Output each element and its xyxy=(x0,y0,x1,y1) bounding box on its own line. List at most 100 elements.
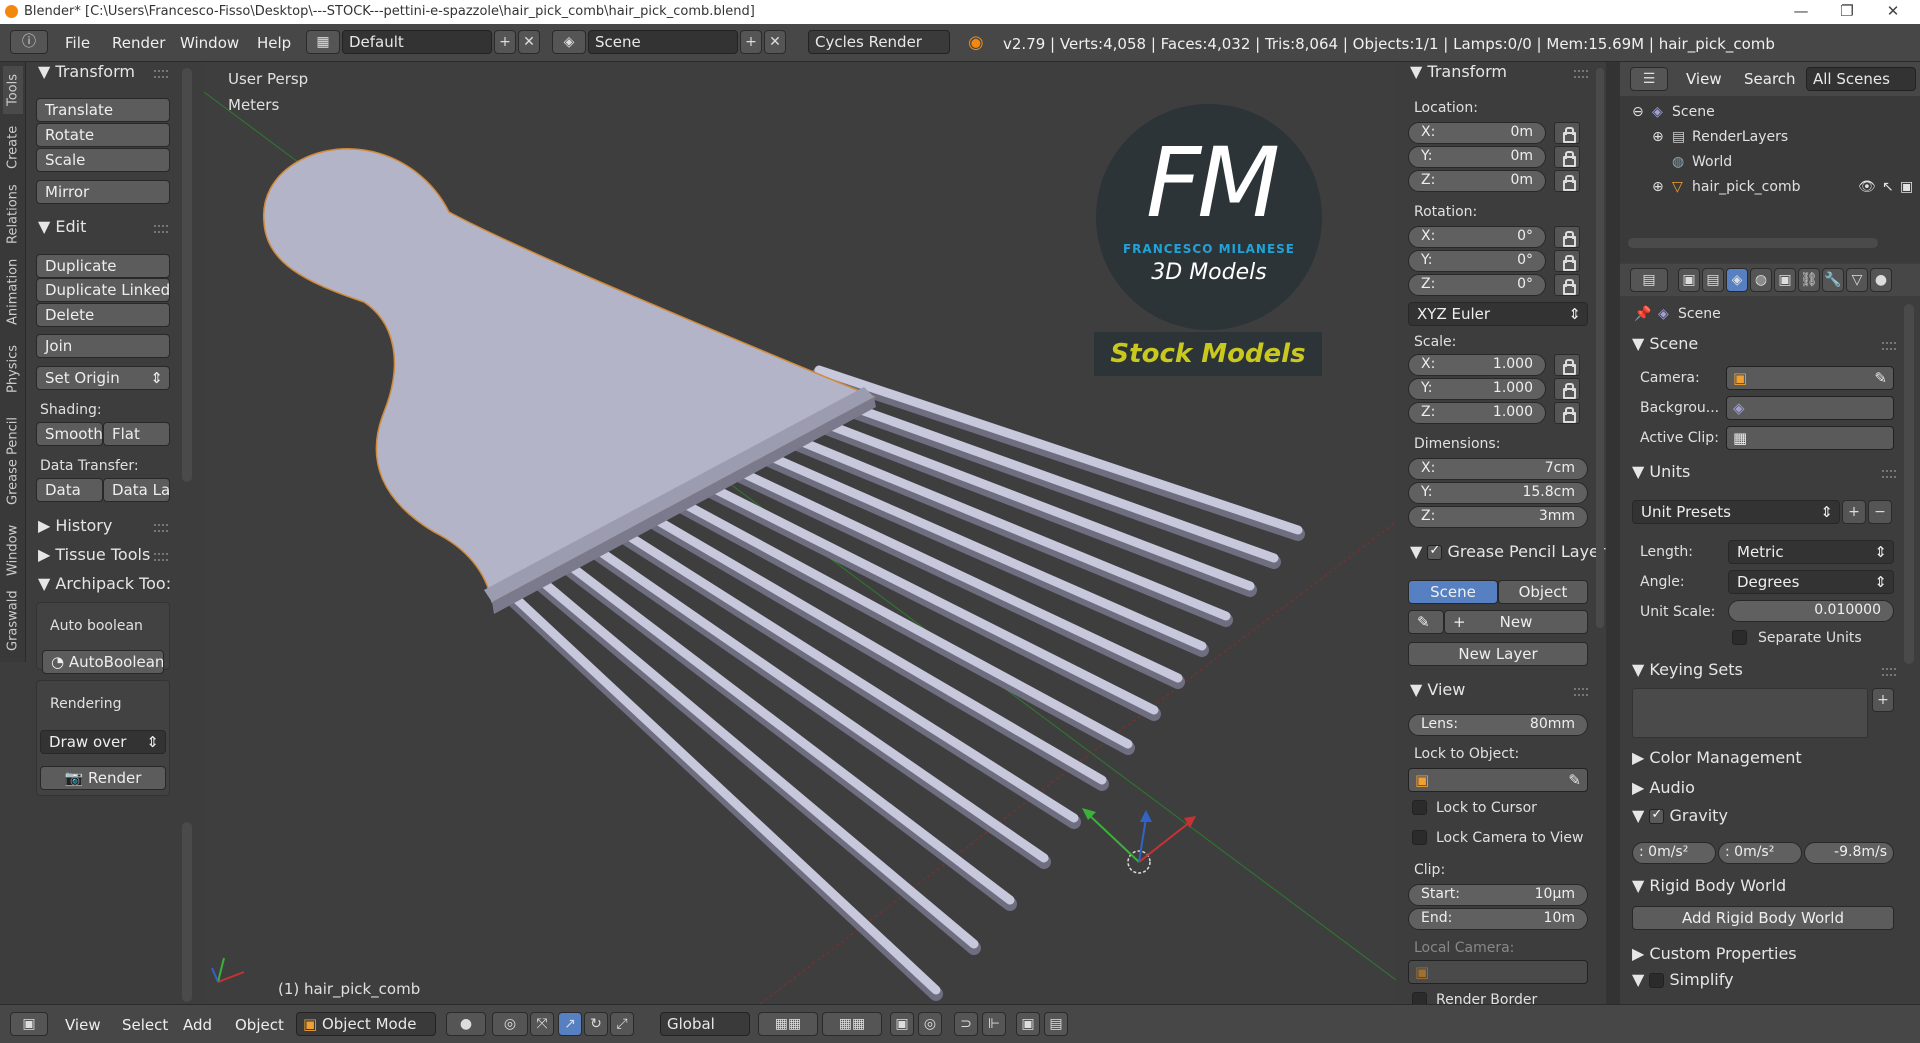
menu-file[interactable]: File xyxy=(65,34,90,52)
join-button[interactable]: Join xyxy=(36,334,170,358)
material-tab-icon[interactable]: ● xyxy=(1870,268,1892,292)
lens-field[interactable]: Lens: 80mm xyxy=(1408,714,1588,736)
screen-layout-icon[interactable]: ▦ xyxy=(306,30,340,54)
proportional-edit-icon[interactable]: ◎ xyxy=(918,1012,942,1036)
add-screen-icon[interactable]: + xyxy=(494,30,516,54)
mirror-button[interactable]: Mirror xyxy=(36,180,170,204)
smooth-button[interactable]: Smooth xyxy=(36,422,103,446)
add-scene-icon[interactable]: + xyxy=(740,30,762,54)
outliner-display-mode[interactable]: All Scenes xyxy=(1806,67,1916,91)
panel-grip-icon[interactable] xyxy=(1882,342,1896,350)
duplicate-button[interactable]: Duplicate xyxy=(36,254,170,278)
history-panel-header[interactable]: ▶ History xyxy=(38,516,112,535)
tab-tools[interactable]: Tools xyxy=(3,66,23,114)
menu-view[interactable]: View xyxy=(65,1016,101,1034)
outliner-item-renderlayers[interactable]: RenderLayers xyxy=(1692,129,1788,145)
pivot-point-icon[interactable]: ◎ xyxy=(492,1012,528,1036)
scale-y-field[interactable]: Y: 1.000 xyxy=(1408,378,1546,400)
panel-grip-icon[interactable] xyxy=(1574,70,1588,78)
simplify-checkbox[interactable] xyxy=(1649,973,1665,988)
eyedropper-icon[interactable]: ✎ xyxy=(1568,771,1581,789)
lock-to-object-field[interactable]: ▣ ✎ xyxy=(1408,768,1588,792)
location-x-field[interactable]: X: 0m xyxy=(1408,122,1546,144)
angle-select[interactable]: Degrees ⇕ xyxy=(1728,570,1894,594)
panel-grip-icon[interactable] xyxy=(1882,470,1896,478)
separate-units-checkbox[interactable] xyxy=(1732,630,1747,645)
lock-icon[interactable] xyxy=(1554,146,1580,168)
opengl-anim-icon[interactable]: ▤ xyxy=(1044,1012,1068,1036)
rotation-mode-select[interactable]: XYZ Euler ⇕ xyxy=(1408,302,1588,326)
render-tab-icon[interactable]: ▣ xyxy=(1678,268,1700,292)
active-clip-field[interactable]: ▦ xyxy=(1726,426,1894,450)
panel-grip-icon[interactable] xyxy=(1574,688,1588,696)
add-keying-set-icon[interactable]: + xyxy=(1872,688,1894,712)
units-panel-header[interactable]: ▼ Units xyxy=(1632,462,1690,481)
scene-panel-header[interactable]: ▼ Scene xyxy=(1632,334,1698,353)
scene-field[interactable]: Scene xyxy=(588,30,738,54)
render-layers-tab-icon[interactable]: ▤ xyxy=(1702,268,1724,292)
restore-button[interactable]: ❐ xyxy=(1824,0,1870,24)
view-panel-header[interactable]: ▼ View xyxy=(1410,680,1465,699)
3d-view-editor-icon[interactable]: ▣ xyxy=(10,1012,48,1036)
simplify-header[interactable]: ▼ Simplify xyxy=(1632,970,1734,989)
flat-button[interactable]: Flat xyxy=(103,422,170,446)
grease-pencil-layer-header[interactable]: ▼ Grease Pencil Layer xyxy=(1410,542,1605,561)
background-scene-field[interactable]: ◈ xyxy=(1726,396,1894,420)
unit-scale-field[interactable]: 0.010000 xyxy=(1728,600,1894,622)
lock-to-cursor-checkbox[interactable] xyxy=(1412,800,1427,815)
visibility-eye-icon[interactable]: 👁 xyxy=(1858,179,1876,195)
tab-physics[interactable]: Physics xyxy=(3,336,23,402)
lock-icon[interactable] xyxy=(1554,402,1580,424)
gravity-header[interactable]: ▼ Gravity xyxy=(1632,806,1728,825)
scene-tab-icon[interactable]: ◈ xyxy=(1726,268,1748,292)
pin-icon[interactable]: 📌 xyxy=(1634,306,1651,322)
add-preset-icon[interactable]: + xyxy=(1842,500,1866,524)
translate-manipulator-icon[interactable]: ↗ xyxy=(558,1012,582,1036)
rotate-button[interactable]: Rotate xyxy=(36,123,170,147)
selectable-cursor-icon[interactable]: ↖ xyxy=(1882,179,1894,195)
scale-button[interactable]: Scale xyxy=(36,148,170,172)
gp-new-button[interactable]: + New xyxy=(1444,610,1588,634)
color-management-header[interactable]: ▶ Color Management xyxy=(1632,748,1802,767)
location-y-field[interactable]: Y: 0m xyxy=(1408,146,1546,168)
outliner-view-menu[interactable]: View xyxy=(1686,70,1722,88)
area-divider[interactable] xyxy=(1606,62,1620,1004)
archipack-panel-header[interactable]: ▼ Archipack Too: xyxy=(38,574,171,593)
length-select[interactable]: Metric ⇕ xyxy=(1728,540,1894,564)
outliner-editor-icon[interactable]: ☰ xyxy=(1630,67,1668,91)
data-button[interactable]: Data xyxy=(36,478,103,502)
tab-window[interactable]: Window xyxy=(3,520,23,580)
close-button[interactable]: ✕ xyxy=(1870,0,1916,24)
clip-end-field[interactable]: End: 10m xyxy=(1408,908,1588,930)
data-layers-button[interactable]: Data La xyxy=(103,478,170,502)
layers-grid-2-icon[interactable]: ▦▦ xyxy=(822,1012,882,1036)
scale-manipulator-icon[interactable]: ⤢ xyxy=(610,1012,634,1036)
menu-window[interactable]: Window xyxy=(180,34,239,52)
gravity-x-field[interactable]: : 0m/s² xyxy=(1632,842,1716,864)
gp-pencil-icon[interactable]: ✎ xyxy=(1408,610,1444,634)
properties-scrollbar[interactable] xyxy=(1904,304,1914,664)
add-rigid-body-world-button[interactable]: Add Rigid Body World xyxy=(1632,906,1894,930)
data-tab-icon[interactable]: ▽ xyxy=(1846,268,1868,292)
panel-grip-icon[interactable] xyxy=(154,524,168,532)
menu-object[interactable]: Object xyxy=(235,1016,284,1034)
keying-sets-list[interactable] xyxy=(1632,688,1868,738)
menu-render[interactable]: Render xyxy=(112,34,165,52)
rotation-x-field[interactable]: X: 0° xyxy=(1408,226,1546,248)
opengl-render-icon[interactable]: ▣ xyxy=(1016,1012,1040,1036)
tab-grease-pencil[interactable]: Grease Pencil xyxy=(3,406,23,516)
lock-camera-checkbox[interactable] xyxy=(1412,830,1427,845)
outliner-item-world[interactable]: World xyxy=(1692,154,1732,170)
set-origin-select[interactable]: Set Origin ⇕ xyxy=(36,366,170,390)
draw-over-select[interactable]: Draw over ⇕ xyxy=(40,730,166,754)
gp-scene-toggle[interactable]: Scene xyxy=(1408,580,1498,604)
constraints-tab-icon[interactable]: ⛓ xyxy=(1798,268,1820,292)
lock-icon[interactable] xyxy=(1554,250,1580,272)
editor-type-info-icon[interactable]: ⓘ xyxy=(10,30,48,54)
menu-add[interactable]: Add xyxy=(183,1016,212,1034)
scene-icon[interactable]: ◈ xyxy=(552,30,586,54)
dimension-x-field[interactable]: X: 7cm xyxy=(1408,458,1588,480)
outliner-search-menu[interactable]: Search xyxy=(1744,70,1796,88)
panel-grip-icon[interactable] xyxy=(154,553,168,561)
audio-header[interactable]: ▶ Audio xyxy=(1632,778,1695,797)
